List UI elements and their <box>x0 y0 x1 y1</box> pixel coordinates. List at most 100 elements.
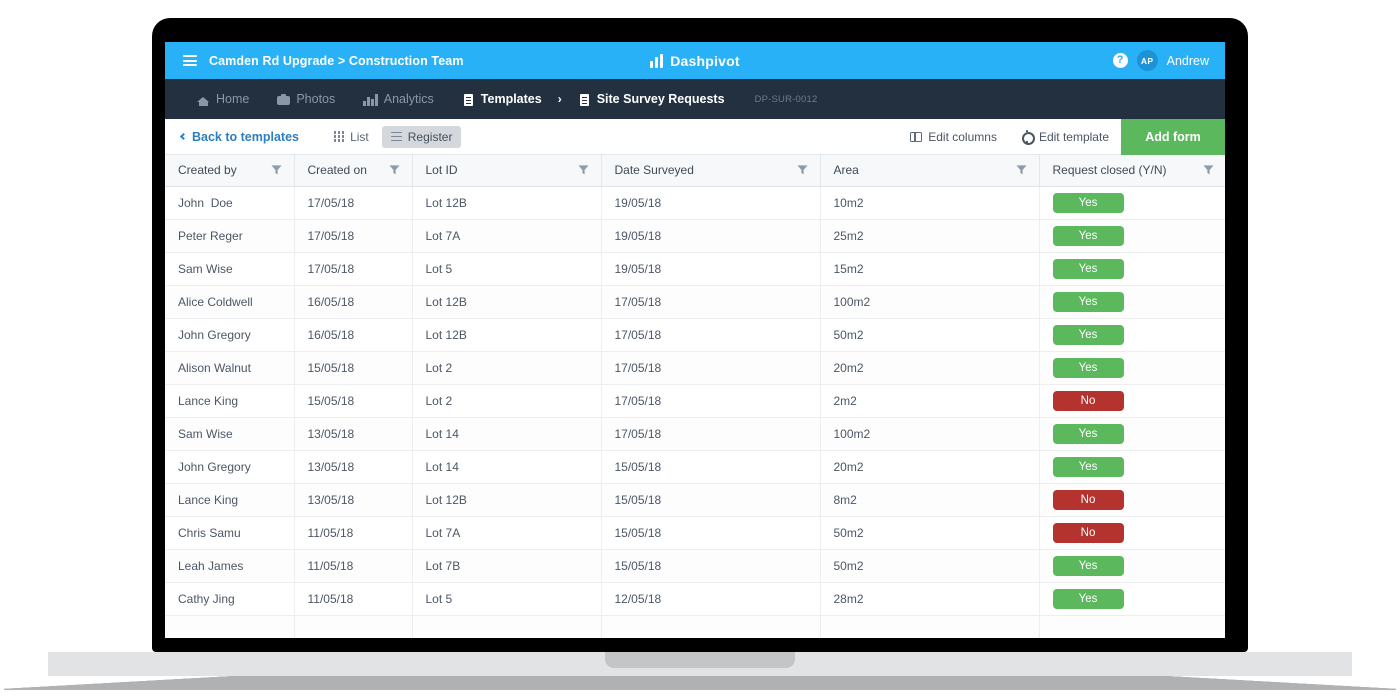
table-cell-date-surveyed: 17/05/18 <box>601 351 821 385</box>
tab-list[interactable]: List <box>325 126 378 148</box>
status-badge[interactable]: Yes <box>1052 357 1124 378</box>
add-form-button[interactable]: Add form <box>1121 118 1225 155</box>
column-header[interactable]: Created on <box>294 155 413 187</box>
table-cell-lot-id <box>412 615 602 638</box>
table-cell-created-on: 11/05/18 <box>294 582 413 616</box>
status-badge[interactable]: Yes <box>1052 324 1124 345</box>
table-body: John Doe 17/05/18 Lot 12B 19/05/18 10m2 Yes Pe… <box>165 186 1225 638</box>
avatar[interactable]: AP <box>1136 50 1158 71</box>
table-cell-lot-id: Lot 5 <box>412 252 602 286</box>
table-cell-area: 8m2 <box>820 483 1040 517</box>
table-row[interactable]: Sam Wise 17/05/18 Lot 5 19/05/18 15m2 Yes <box>165 252 1225 286</box>
status-badge[interactable]: Yes <box>1052 192 1124 213</box>
table-cell-lot-id: Lot 5 <box>412 582 602 616</box>
column-header-label: Date Surveyed <box>614 163 694 178</box>
table-cell-lot-id: Lot 7A <box>412 516 602 550</box>
table-cell-closed: Yes <box>1039 417 1225 451</box>
filter-icon[interactable] <box>388 165 400 176</box>
status-badge[interactable]: Yes <box>1052 423 1124 444</box>
nav-item-home[interactable]: Home <box>183 79 263 119</box>
column-header[interactable]: Lot ID <box>412 155 602 187</box>
table-row[interactable]: John Doe 17/05/18 Lot 12B 19/05/18 10m2 Yes <box>165 186 1225 220</box>
back-to-templates-button[interactable]: Back to templates <box>165 130 299 144</box>
filter-icon[interactable] <box>270 165 282 176</box>
column-header[interactable]: Date Surveyed <box>601 155 821 187</box>
table-row[interactable]: Lance King 15/05/18 Lot 2 17/05/18 2m2 No <box>165 384 1225 418</box>
home-icon <box>197 93 210 106</box>
status-badge[interactable]: Yes <box>1052 291 1124 312</box>
table-cell-created-on: 15/05/18 <box>294 384 413 418</box>
table-cell-closed: Yes <box>1039 219 1225 253</box>
table-row[interactable]: Peter Reger 17/05/18 Lot 7A 19/05/18 25m2 Yes <box>165 219 1225 253</box>
filter-icon[interactable] <box>577 165 589 176</box>
edit-template-button[interactable]: Edit template <box>1009 129 1121 145</box>
breadcrumb[interactable]: Camden Rd Upgrade > Construction Team <box>209 54 464 68</box>
status-badge[interactable]: Yes <box>1052 555 1124 576</box>
edit-columns-button[interactable]: Edit columns <box>898 130 1009 144</box>
filter-icon[interactable] <box>1203 165 1214 176</box>
table-row[interactable]: Sam Wise 13/05/18 Lot 14 17/05/18 100m2 Yes <box>165 417 1225 451</box>
hamburger-icon[interactable] <box>183 55 197 66</box>
nav-item-label: Photos <box>296 92 336 106</box>
table-row[interactable]: Lance King 13/05/18 Lot 12B 15/05/18 8m2 No <box>165 483 1225 517</box>
table-cell-created-by: Alison Walnut <box>165 351 295 385</box>
table-row[interactable]: John Gregory 16/05/18 Lot 12B 17/05/18 50m2 Y… <box>165 318 1225 352</box>
table-row[interactable]: Chris Samu 11/05/18 Lot 7A 15/05/18 50m2 No <box>165 516 1225 550</box>
table-cell-created-by: Sam Wise <box>165 417 295 451</box>
table-cell-lot-id: Lot 7A <box>412 219 602 253</box>
status-badge[interactable]: Yes <box>1052 258 1124 279</box>
view-toolbar: Back to templates List Register Edit col… <box>165 118 1225 155</box>
nav-item-photos[interactable]: Photos <box>263 79 349 119</box>
tab-register[interactable]: Register <box>381 125 462 148</box>
table-row[interactable] <box>165 615 1225 638</box>
edit-template-label: Edit template <box>1038 129 1109 144</box>
table-cell-created-by: Peter Reger <box>165 219 295 253</box>
lines-icon <box>390 131 402 142</box>
table-cell-closed: Yes <box>1039 582 1225 616</box>
table-row[interactable]: Cathy Jing 11/05/18 Lot 5 12/05/18 28m2 Yes <box>165 582 1225 616</box>
column-header[interactable]: Area <box>820 155 1040 187</box>
table-cell-date-surveyed: 12/05/18 <box>601 582 821 616</box>
status-badge[interactable]: Yes <box>1052 588 1124 609</box>
table-header-row: Created by Created on Lot ID Date Surveyed A… <box>165 155 1225 187</box>
table-row[interactable]: Alice Coldwell 16/05/18 Lot 12B 17/05/18 100… <box>165 285 1225 319</box>
table-cell-created-on: 16/05/18 <box>294 318 413 352</box>
table-cell-date-surveyed: 17/05/18 <box>601 384 821 418</box>
column-header[interactable]: Created by <box>165 155 295 187</box>
nav-item-site-survey-requests[interactable]: Site Survey Requests <box>564 79 739 119</box>
table-cell-created-by: John Doe <box>165 186 295 220</box>
help-circle-icon[interactable]: ? <box>1112 53 1128 68</box>
table-row[interactable]: Leah James 11/05/18 Lot 7B 15/05/18 50m2 Yes <box>165 549 1225 583</box>
status-badge[interactable]: Yes <box>1052 225 1124 246</box>
column-header-label: Request closed (Y/N) <box>1052 163 1167 178</box>
nav-item-label: Templates <box>480 92 542 106</box>
filter-icon[interactable] <box>796 165 808 176</box>
status-badge[interactable]: Yes <box>1052 456 1124 477</box>
grid-icon <box>333 131 345 142</box>
table-cell-created-by: Lance King <box>165 483 295 517</box>
nav-item-label: Home <box>216 92 250 106</box>
table-cell-closed: Yes <box>1039 285 1225 319</box>
gear-icon <box>1021 131 1036 145</box>
nav-item-analytics[interactable]: Analytics <box>349 79 448 119</box>
table-row[interactable]: Alison Walnut 15/05/18 Lot 2 17/05/18 20m2 Ye… <box>165 351 1225 385</box>
table-cell-created-by: Alice Coldwell <box>165 285 295 319</box>
column-header[interactable]: Request closed (Y/N) <box>1039 155 1225 187</box>
table-cell-date-surveyed: 19/05/18 <box>601 252 821 286</box>
status-badge[interactable]: No <box>1052 522 1124 543</box>
register-table-container[interactable]: Created by Created on Lot ID Date Surveyed A… <box>165 155 1225 638</box>
filter-icon[interactable] <box>1015 165 1027 176</box>
table-row[interactable]: John Gregory 13/05/18 Lot 14 15/05/18 20m2 Ye… <box>165 450 1225 484</box>
analytics-icon <box>363 93 378 106</box>
laptop-base-shadow-right <box>1146 676 1396 690</box>
table-cell-lot-id: Lot 12B <box>412 285 602 319</box>
status-badge[interactable]: No <box>1052 489 1124 510</box>
table-cell-area: 25m2 <box>820 219 1040 253</box>
table-cell-lot-id: Lot 12B <box>412 318 602 352</box>
table-cell-closed <box>1039 615 1225 638</box>
nav-item-templates[interactable]: Templates <box>448 79 556 119</box>
table-cell-area: 20m2 <box>820 351 1040 385</box>
status-badge[interactable]: No <box>1052 390 1124 411</box>
user-name[interactable]: Andrew <box>1167 54 1209 68</box>
nav-separator: › <box>557 92 562 106</box>
